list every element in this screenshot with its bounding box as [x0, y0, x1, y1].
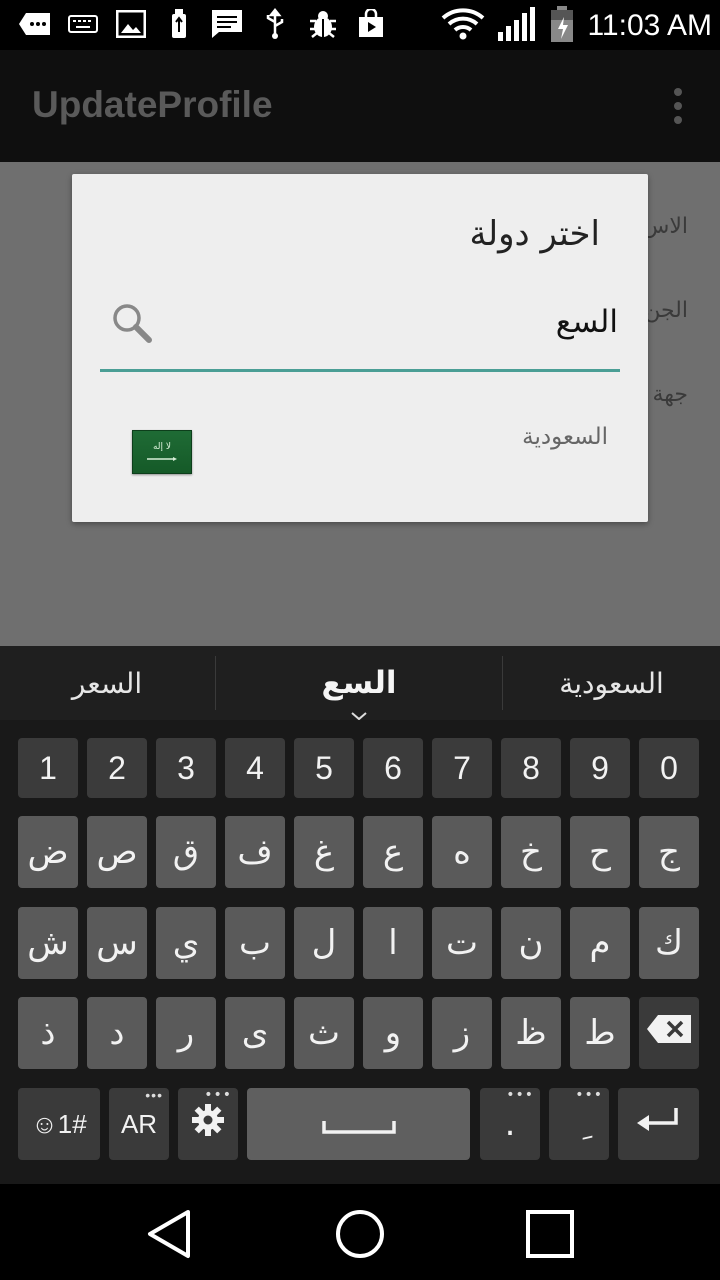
action-bar: UpdateProfile — [0, 50, 720, 162]
suggestion-right[interactable]: السعودية — [503, 646, 720, 720]
store-icon — [354, 7, 388, 41]
app-title: UpdateProfile — [32, 84, 273, 125]
key-ba[interactable]: ب — [225, 907, 285, 979]
saudi-flag-icon: لا إله — [132, 430, 192, 474]
screen: 11:03 AM UpdateProfile الاس الجن جهة اخت… — [0, 0, 720, 1280]
search-value: السع — [555, 304, 618, 340]
key-0[interactable]: 0 — [639, 738, 699, 798]
bug-icon — [306, 7, 340, 41]
key-3[interactable]: 3 — [156, 738, 216, 798]
backspace-icon — [646, 1013, 692, 1053]
key-mim[interactable]: م — [570, 907, 630, 979]
diacritic-key[interactable]: ••• ِ — [549, 1088, 609, 1160]
key-ya[interactable]: ي — [156, 907, 216, 979]
period-key[interactable]: ••• . — [480, 1088, 540, 1160]
search-icon — [108, 300, 156, 348]
settings-key[interactable]: ••• — [178, 1088, 238, 1160]
usb-icon — [258, 7, 292, 41]
nationality-label: الجن — [644, 298, 688, 323]
back-icon[interactable] — [140, 1204, 200, 1264]
key-9[interactable]: 9 — [570, 738, 630, 798]
keyboard-icon — [66, 7, 100, 41]
overflow-menu-icon[interactable] — [672, 88, 684, 124]
key-sad[interactable]: ص — [87, 816, 147, 888]
key-tha[interactable]: ث — [294, 997, 354, 1069]
country-picker-dialog: اختر دولة السع لا إله السعودية — [72, 174, 648, 522]
navigation-bar — [0, 1184, 720, 1280]
enter-icon — [636, 1104, 682, 1144]
key-kha[interactable]: خ — [501, 816, 561, 888]
language-label: AR — [120, 1108, 158, 1139]
chevron-down-icon — [350, 706, 368, 721]
gear-icon — [191, 1103, 225, 1146]
key-lam[interactable]: ل — [294, 907, 354, 979]
symbols-key[interactable]: ☺1# — [18, 1088, 100, 1160]
key-ain[interactable]: ع — [363, 816, 423, 888]
key-ha[interactable]: ه — [432, 816, 492, 888]
status-bar: 11:03 AM — [0, 0, 720, 50]
entity-label: جهة — [652, 382, 688, 407]
key-nun[interactable]: ن — [501, 907, 561, 979]
wifi-icon — [441, 7, 485, 45]
backspace-key[interactable] — [639, 997, 699, 1069]
key-2[interactable]: 2 — [87, 738, 147, 798]
key-hha[interactable]: ح — [570, 816, 630, 888]
key-dal[interactable]: د — [87, 997, 147, 1069]
signal-icon — [497, 6, 537, 46]
period-label: . — [504, 1104, 516, 1144]
country-name: السعودية — [522, 424, 608, 450]
usb-debug-icon — [162, 7, 196, 41]
recents-icon[interactable] — [520, 1204, 580, 1264]
key-8[interactable]: 8 — [501, 738, 561, 798]
key-alif[interactable]: ا — [363, 907, 423, 979]
key-shin[interactable]: ش — [18, 907, 78, 979]
enter-key[interactable] — [618, 1088, 699, 1160]
keyboard: 1 2 3 4 5 6 7 8 9 0 ض ص ق ف غ ع ه خ ح ج … — [0, 720, 720, 1184]
name-label: الاس — [642, 214, 688, 239]
suggestion-left[interactable]: السعر — [0, 646, 214, 720]
key-ta[interactable]: ت — [432, 907, 492, 979]
suggestion-strip: السعر السع السعودية — [0, 646, 720, 721]
key-ra[interactable]: ر — [156, 997, 216, 1069]
key-dad[interactable]: ض — [18, 816, 78, 888]
status-right: 11:03 AM — [441, 5, 712, 47]
space-key[interactable] — [247, 1088, 470, 1160]
chat-icon — [18, 7, 52, 41]
key-zha[interactable]: ظ — [501, 997, 561, 1069]
image-icon — [114, 7, 148, 41]
key-jim[interactable]: ج — [639, 816, 699, 888]
key-alif-maqsura[interactable]: ى — [225, 997, 285, 1069]
notification-icons — [18, 7, 388, 41]
key-1[interactable]: 1 — [18, 738, 78, 798]
language-key[interactable]: ••• AR — [109, 1088, 169, 1160]
search-input[interactable]: السع — [100, 286, 620, 372]
key-waw[interactable]: و — [363, 997, 423, 1069]
home-icon[interactable] — [330, 1204, 390, 1264]
clock: 11:03 AM — [587, 9, 712, 42]
key-7[interactable]: 7 — [432, 738, 492, 798]
svg-text:لا إله: لا إله — [153, 442, 171, 452]
key-sin[interactable]: س — [87, 907, 147, 979]
key-6[interactable]: 6 — [363, 738, 423, 798]
key-tta[interactable]: ط — [570, 997, 630, 1069]
list-item-country[interactable]: لا إله السعودية — [100, 404, 620, 488]
key-qaf[interactable]: ق — [156, 816, 216, 888]
battery-icon — [549, 5, 575, 47]
key-zay[interactable]: ز — [432, 997, 492, 1069]
dialog-title: اختر دولة — [469, 214, 600, 254]
key-fa[interactable]: ف — [225, 816, 285, 888]
key-5[interactable]: 5 — [294, 738, 354, 798]
key-4[interactable]: 4 — [225, 738, 285, 798]
key-dhal[interactable]: ذ — [18, 997, 78, 1069]
key-kaf[interactable]: ك — [639, 907, 699, 979]
message-icon — [210, 7, 244, 41]
key-ghain[interactable]: غ — [294, 816, 354, 888]
space-bar-icon — [321, 1104, 396, 1144]
